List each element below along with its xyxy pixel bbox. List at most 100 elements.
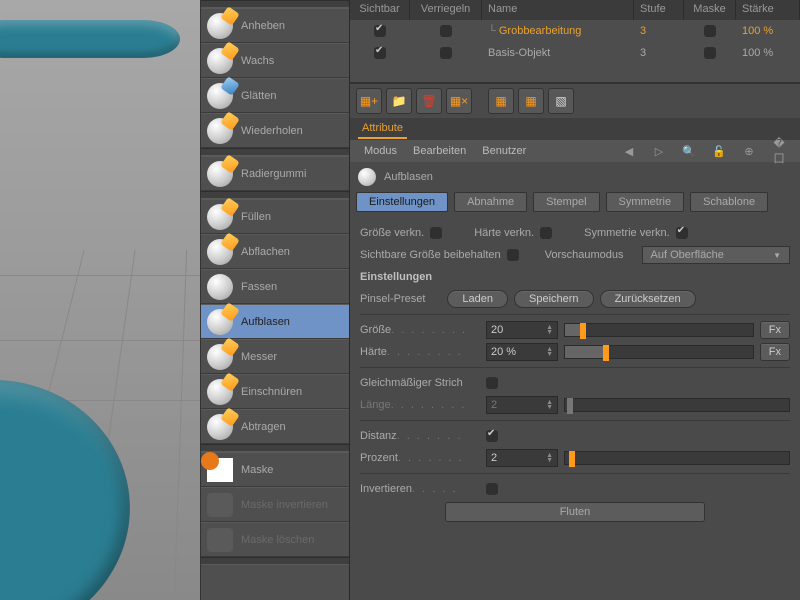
tool-abtragen[interactable]: Abtragen (201, 409, 349, 444)
tool-wiederholen[interactable]: Wiederholen (201, 113, 349, 148)
tool-icon (207, 344, 233, 370)
layer-misc-icon[interactable]: ▧ (548, 88, 574, 114)
col-name[interactable]: Name (482, 0, 634, 20)
hard-slider[interactable] (564, 345, 754, 359)
aufblasen-icon (358, 168, 376, 186)
popout-icon[interactable]: �囗 (772, 137, 786, 166)
size-input[interactable]: 20▲▼ (486, 321, 558, 339)
tool-abflachen[interactable]: Abflachen (201, 234, 349, 269)
tool-label: Abtragen (241, 421, 286, 433)
visible-checkbox[interactable] (374, 25, 386, 37)
percent-slider[interactable] (564, 451, 790, 465)
tool-label: Anheben (241, 20, 285, 32)
tool-glaetten[interactable]: Glätten (201, 78, 349, 113)
size-fx-button[interactable]: Fx (760, 321, 790, 339)
percent-input[interactable]: 2▲▼ (486, 449, 558, 467)
tool-fuellen[interactable]: Füllen (201, 199, 349, 234)
attribute-panel-header: Attribute (350, 118, 800, 140)
tab-schablone[interactable]: Schablone (690, 192, 768, 212)
tool-label: Abflachen (241, 246, 290, 258)
tool-radiergummi[interactable]: Radiergummi (201, 156, 349, 191)
preset-reset-button[interactable]: Zurücksetzen (600, 290, 696, 308)
menu-modus[interactable]: Modus (364, 145, 397, 157)
tool-icon (207, 48, 233, 74)
tool-label: Radiergummi (241, 168, 306, 180)
col-strength[interactable]: Stärke (736, 0, 800, 20)
attribute-tool-title: Aufblasen (350, 162, 800, 192)
hard-link-checkbox[interactable] (540, 227, 552, 239)
tool-icon (207, 379, 233, 405)
mask-checkbox[interactable] (704, 25, 716, 37)
layer-eye-b-icon[interactable]: ▦ (518, 88, 544, 114)
nav-fwd-icon[interactable]: ▷ (652, 145, 666, 158)
menu-benutzer[interactable]: Benutzer (482, 145, 526, 157)
preset-save-button[interactable]: Speichern (514, 290, 594, 308)
col-level[interactable]: Stufe (634, 0, 684, 20)
tool-label: Wiederholen (241, 125, 303, 137)
tab-abnahme[interactable]: Abnahme (454, 192, 527, 212)
hard-link-label: Härte verkn. (474, 227, 534, 239)
size-slider[interactable] (564, 323, 754, 337)
tab-einstellungen[interactable]: Einstellungen (356, 192, 448, 212)
lock-checkbox[interactable] (440, 25, 452, 37)
hard-input[interactable]: 20 %▲▼ (486, 343, 558, 361)
steady-checkbox[interactable] (486, 377, 498, 389)
hard-fx-button[interactable]: Fx (760, 343, 790, 361)
distance-checkbox[interactable] (486, 430, 498, 442)
attribute-tab[interactable]: Attribute (358, 119, 407, 139)
hard-label: Härte (360, 346, 387, 358)
preview-mode-value: Auf Oberfläche (651, 249, 724, 261)
new-window-icon[interactable]: ⊕ (742, 145, 756, 158)
tool-messer[interactable]: Messer (201, 339, 349, 374)
search-icon[interactable]: 🔍 (682, 145, 696, 158)
lock-icon[interactable]: 🔓 (712, 145, 726, 158)
tool-wachs[interactable]: Wachs (201, 43, 349, 78)
keep-visible-size-checkbox[interactable] (507, 249, 519, 261)
col-visible[interactable]: Sichtbar (350, 0, 410, 20)
add-folder-icon[interactable]: 📁 (386, 88, 412, 114)
visible-checkbox[interactable] (374, 47, 386, 59)
col-lock[interactable]: Verriegeln (410, 0, 482, 20)
layer-strength: 100 % (736, 47, 800, 59)
tool-fassen[interactable]: Fassen (201, 269, 349, 304)
layer-toolbar: ▦+ 📁 🗑 ▦× ▦ ▦ ▧ (350, 82, 800, 118)
tool-label: Glätten (241, 90, 276, 102)
mask-icon (207, 458, 233, 482)
nav-back-icon[interactable]: ◀ (622, 145, 636, 158)
tool-maske[interactable]: Maske (201, 452, 349, 487)
sym-link-checkbox[interactable] (676, 227, 688, 239)
add-layer-icon[interactable]: ▦+ (356, 88, 382, 114)
layer-row[interactable]: Basis-Objekt 3 100 % (350, 42, 800, 64)
mask-checkbox[interactable] (704, 47, 716, 59)
mesh-object-top[interactable] (0, 20, 180, 58)
layer-row[interactable]: └ Grobbearbeitung 3 100 % (350, 20, 800, 42)
tool-anheben[interactable]: Anheben (201, 8, 349, 43)
size-link-checkbox[interactable] (430, 227, 442, 239)
tab-stempel[interactable]: Stempel (533, 192, 599, 212)
layer-name: Grobbearbeitung (499, 25, 582, 37)
tool-einschnueren[interactable]: Einschnüren (201, 374, 349, 409)
size-link-label: Größe verkn. (360, 227, 424, 239)
layer-name: Basis-Objekt (488, 47, 550, 59)
lock-checkbox[interactable] (440, 47, 452, 59)
viewport-3d[interactable] (0, 0, 200, 600)
invert-checkbox[interactable] (486, 483, 498, 495)
preset-load-button[interactable]: Laden (447, 290, 508, 308)
col-mask[interactable]: Maske (684, 0, 736, 20)
tab-symmetrie[interactable]: Symmetrie (606, 192, 685, 212)
delete-layer-icon[interactable]: 🗑 (416, 88, 442, 114)
distance-label: Distanz (360, 430, 397, 442)
tool-aufblasen[interactable]: Aufblasen (201, 304, 349, 339)
length-value: 2 (491, 399, 497, 411)
flood-button[interactable]: Fluten (445, 502, 705, 522)
length-slider (564, 398, 790, 412)
tool-maske-invertieren[interactable]: Maske invertieren (201, 487, 349, 522)
tool-maske-loeschen[interactable]: Maske löschen (201, 522, 349, 557)
layer-eye-a-icon[interactable]: ▦ (488, 88, 514, 114)
layer-action-a-icon[interactable]: ▦× (446, 88, 472, 114)
menu-bearbeiten[interactable]: Bearbeiten (413, 145, 466, 157)
length-label: Länge (360, 399, 391, 411)
length-input: 2▲▼ (486, 396, 558, 414)
preview-mode-dropdown[interactable]: Auf Oberfläche ▼ (642, 246, 790, 264)
right-panels: Sichtbar Verriegeln Name Stufe Maske Stä… (350, 0, 800, 600)
